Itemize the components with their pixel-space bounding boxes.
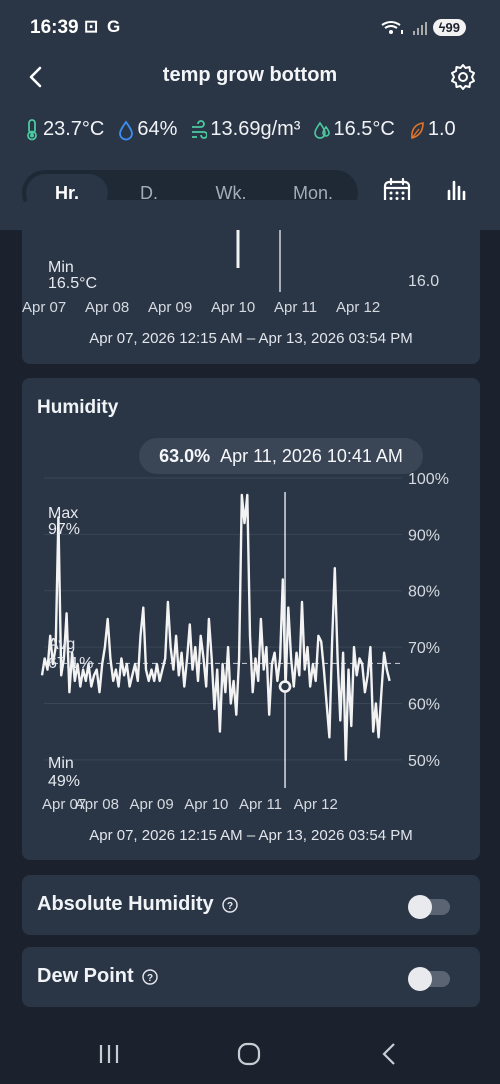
- app-header: temp grow bottom: [0, 56, 500, 100]
- temp-date-range: Apr 07, 2026 12:15 AM – Apr 13, 2026 03:…: [89, 330, 413, 347]
- y-tick-label: 90%: [408, 527, 440, 544]
- help-icon[interactable]: ?: [221, 896, 238, 913]
- temp-min-value: 16.5°C: [48, 275, 97, 292]
- temp-x-tick: Apr 11: [274, 299, 317, 316]
- min-label: Min: [48, 755, 74, 772]
- help-icon[interactable]: ?: [141, 968, 158, 985]
- vpd-reading: 1.0: [409, 118, 456, 141]
- status-right: ϟ99: [381, 19, 466, 36]
- absolute-humidity-value: 13.69g/m³: [210, 118, 301, 140]
- temp-x-tick: Apr 12: [336, 299, 380, 316]
- selected-point-marker: [278, 680, 292, 693]
- x-tick-label: Apr 12: [294, 796, 338, 813]
- vpd-value: 1.0: [427, 118, 456, 140]
- absolute-humidity-toggle[interactable]: [408, 895, 450, 919]
- page-title: temp grow bottom: [162, 64, 338, 86]
- toggle-knob: [408, 967, 432, 991]
- humidity-value: 64%: [137, 118, 178, 140]
- dew-point-value: 16.5°C: [333, 118, 395, 140]
- status-time: 16:39: [30, 17, 79, 38]
- max-label: Max: [48, 505, 78, 522]
- avg-label: Avg: [48, 636, 75, 653]
- battery-charging-icon: ϟ: [438, 20, 446, 35]
- dew-icon: [314, 121, 331, 139]
- wind-icon: [192, 119, 208, 139]
- dew-point-toggle[interactable]: [408, 967, 450, 991]
- absolute-humidity-label-wrap: Absolute Humidity ?: [37, 893, 238, 916]
- svg-text:?: ?: [227, 901, 233, 912]
- max-value: 97%: [48, 521, 80, 538]
- x-tick-label: Apr 11: [239, 796, 282, 813]
- dew-point-row: Dew Point ?: [22, 947, 480, 1007]
- temp-x-tick: Apr 09: [148, 299, 192, 316]
- temperature-value: 23.7°C: [43, 118, 105, 140]
- x-tick-label: Apr 08: [75, 796, 119, 813]
- humidity-card: Humidity 63.0% Apr 11, 2026 10:41 AM 50%…: [22, 378, 480, 860]
- home-icon[interactable]: [234, 1040, 264, 1068]
- absolute-humidity-row: Absolute Humidity ?: [22, 875, 480, 935]
- temp-x-tick: Apr 07: [22, 299, 66, 316]
- dew-point-label: Dew Point: [37, 965, 134, 987]
- humidity-date-range: Apr 07, 2026 12:15 AM – Apr 13, 2026 03:…: [89, 827, 413, 844]
- avg-value: 67.1%: [48, 655, 93, 672]
- x-tick-label: Apr 09: [129, 796, 173, 813]
- x-tick-label: Apr 10: [184, 796, 228, 813]
- absolute-humidity-reading: 13.69g/m³: [191, 118, 300, 141]
- min-value: 49%: [48, 773, 80, 790]
- sensor-readings: 23.7°C 64% 13.69g/m³ 16.5°C 1.0: [24, 118, 484, 141]
- back-nav-icon[interactable]: [374, 1040, 404, 1068]
- temp-x-tick: Apr 10: [211, 299, 255, 316]
- status-notification-icons: ⊡ G: [84, 17, 123, 36]
- absolute-humidity-label: Absolute Humidity: [37, 893, 214, 915]
- leaf-icon: [410, 121, 424, 139]
- system-nav-bar: [0, 1022, 500, 1084]
- wifi-icon: [381, 20, 403, 34]
- temp-min-label: Min: [48, 259, 74, 276]
- y-tick-label: 50%: [408, 753, 440, 770]
- temperature-card: Min 16.5°C 16.0 Apr 07 Apr 08 Apr 09 Apr…: [22, 200, 480, 364]
- y-tick-label: 60%: [408, 696, 440, 713]
- signal-icon: [412, 21, 427, 35]
- droplet-icon: [119, 119, 134, 140]
- gear-icon[interactable]: [448, 62, 478, 92]
- y-tick-label: 100%: [408, 471, 449, 488]
- dew-point-label-wrap: Dew Point ?: [37, 965, 158, 988]
- battery-indicator: ϟ99: [432, 19, 466, 36]
- battery-level: 99: [445, 20, 460, 35]
- y-tick-label: 70%: [408, 640, 440, 657]
- svg-text:?: ?: [147, 973, 153, 984]
- temp-y-tick: 16.0: [408, 273, 439, 290]
- humidity-chart[interactable]: 50%60%70%80%90%100%Apr 07Apr 08 Apr 09 Apr…: [22, 378, 480, 818]
- thermometer-icon: [27, 118, 37, 140]
- humidity-reading: 64%: [118, 118, 177, 141]
- y-tick-label: 80%: [408, 584, 440, 601]
- temp-x-tick: Apr 08: [85, 299, 129, 316]
- recent-apps-icon[interactable]: [94, 1040, 124, 1068]
- temperature-reading: 23.7°C: [24, 118, 104, 141]
- status-bar: 16:39 ⊡ G ϟ99: [0, 0, 500, 56]
- dew-point-reading: 16.5°C: [314, 118, 395, 141]
- toggle-knob: [408, 895, 432, 919]
